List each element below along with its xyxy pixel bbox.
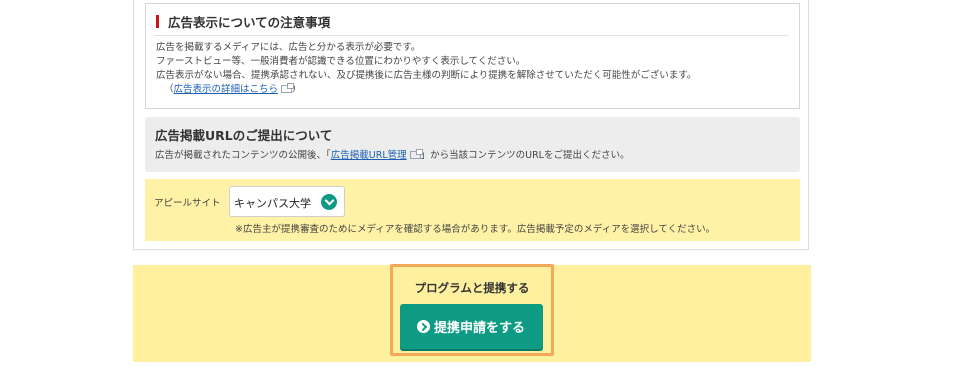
appeal-site-selected-value: キャンパス大学: [234, 197, 311, 210]
divider: [154, 35, 789, 36]
ad-notice-box: 広告表示についての注意事項 広告を掲載するメディアには、広告と分かる表示が必要で…: [145, 3, 800, 109]
url-desc-suffix: 」から当該コンテンツのURLをご提出ください。: [420, 150, 630, 161]
appeal-site-box: アピールサイト キャンパス大学 ※広告主が提携審査のためにメディアを確認する場合…: [145, 179, 800, 241]
notice-body: 広告を掲載するメディアには、広告と分かる表示が必要です。 ファーストビュー等、一…: [156, 41, 696, 97]
url-desc-prefix: 広告が掲載されたコンテンツの公開後、「: [155, 150, 331, 161]
appeal-site-select[interactable]: キャンパス大学: [229, 186, 345, 217]
appeal-site-label: アピールサイト: [154, 198, 221, 209]
external-link-icon: [281, 83, 295, 93]
ad-display-details-link[interactable]: 広告表示の詳細はこちら: [174, 84, 279, 95]
notice-line: ファーストビュー等、一般消費者が認識できる位置にわかりやすく表示してください。: [156, 56, 526, 67]
url-section-title: 広告掲載URLのご提出について: [155, 128, 333, 143]
ad-url-management-link[interactable]: 広告掲載URL管理: [331, 150, 407, 161]
url-submission-box: 広告掲載URLのご提出について 広告が掲載されたコンテンツの公開後、「広告掲載U…: [145, 117, 800, 172]
title-accent-bar: [156, 15, 159, 28]
notice-link-line: （広告表示の詳細はこちら）: [156, 83, 696, 97]
external-link-icon: [409, 149, 423, 159]
chevron-down-icon: [321, 194, 337, 210]
apply-partnership-button[interactable]: 提携申請をする: [400, 304, 543, 349]
appeal-site-note: ※広告主が提携審査のためにメディアを確認する場合があります。広告掲載予定のメディ…: [235, 224, 716, 235]
cta-heading: プログラムと提携する: [414, 281, 530, 295]
apply-button-label: 提携申請をする: [434, 321, 526, 336]
arrow-right-circle-icon: [417, 320, 430, 333]
url-section-desc: 広告が掲載されたコンテンツの公開後、「広告掲載URL管理 」から当該コンテンツのU…: [155, 147, 629, 161]
notice-line: 広告表示がない場合、提携承認されない、及び提携後に広告主様の判断により提携を解除…: [156, 70, 697, 81]
link-prefix: （: [164, 84, 174, 95]
notice-title: 広告表示についての注意事項: [168, 15, 331, 30]
notice-line: 広告を掲載するメディアには、広告と分かる表示が必要です。: [156, 42, 421, 53]
